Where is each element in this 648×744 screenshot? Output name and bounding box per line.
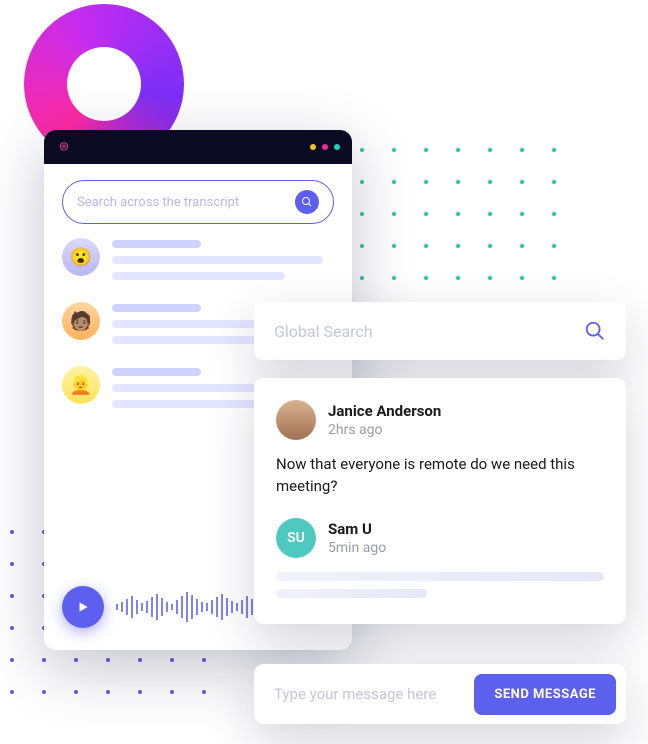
transcript-search-input[interactable]: Search across the transcript [62,180,334,224]
play-button[interactable] [62,586,104,628]
message-author: Janice Anderson [328,402,441,420]
message-header: Janice Anderson 2hrs ago [276,400,604,440]
transcript-entry[interactable]: 😮 [62,238,334,288]
chat-thread-card: Janice Anderson 2hrs ago Now that everyo… [254,378,626,624]
window-dot [334,144,340,150]
search-placeholder: Global Search [274,322,373,341]
search-icon [295,190,319,214]
message-body: Now that everyone is remote do we need t… [276,454,604,498]
avatar [276,400,316,440]
avatar: 🧑🏽 [62,302,100,340]
message-time: 2hrs ago [328,422,441,438]
search-placeholder: Search across the transcript [77,195,239,210]
avatar: SU [276,518,316,558]
message-time: 5min ago [328,540,386,556]
window-dot [310,144,316,150]
message-author: Sam U [328,520,386,538]
avatar: 👱 [62,366,100,404]
brand-icon: ⌾ [56,139,72,155]
global-search-input[interactable]: Global Search [254,302,626,360]
message-body-skeleton [276,572,604,598]
compose-placeholder[interactable]: Type your message here [274,685,436,703]
window-dot [322,144,328,150]
search-icon [584,320,606,342]
window-controls [310,144,340,150]
avatar: 😮 [62,238,100,276]
send-message-button[interactable]: SEND MESSAGE [474,674,616,715]
entry-text-skeleton [112,238,334,288]
compose-bar: Type your message here SEND MESSAGE [254,664,626,724]
window-titlebar: ⌾ [44,130,352,164]
message-header: SU Sam U 5min ago [276,518,604,558]
dot-grid-accent [360,148,556,280]
